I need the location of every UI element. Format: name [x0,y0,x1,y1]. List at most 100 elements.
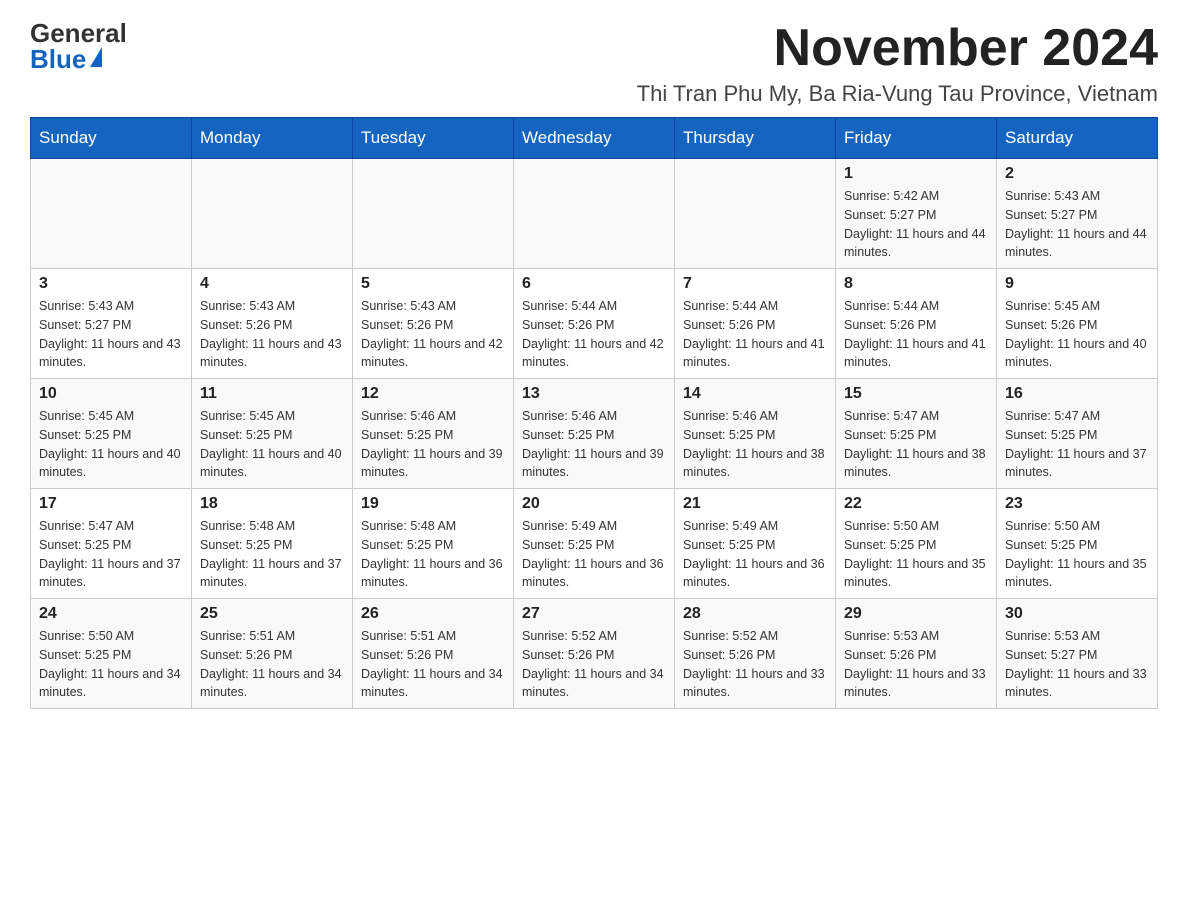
day-info: Sunrise: 5:44 AMSunset: 5:26 PMDaylight:… [683,297,827,372]
day-info: Sunrise: 5:43 AMSunset: 5:27 PMDaylight:… [1005,187,1149,262]
day-number: 9 [1005,275,1149,293]
calendar-cell [514,159,675,269]
calendar-cell: 15Sunrise: 5:47 AMSunset: 5:25 PMDayligh… [836,379,997,489]
day-info: Sunrise: 5:49 AMSunset: 5:25 PMDaylight:… [683,517,827,592]
calendar-week-row: 3Sunrise: 5:43 AMSunset: 5:27 PMDaylight… [31,269,1158,379]
month-title: November 2024 [637,20,1158,77]
day-number: 20 [522,495,666,513]
calendar-cell: 16Sunrise: 5:47 AMSunset: 5:25 PMDayligh… [997,379,1158,489]
day-number: 27 [522,605,666,623]
day-info: Sunrise: 5:52 AMSunset: 5:26 PMDaylight:… [522,627,666,702]
day-number: 5 [361,275,505,293]
header-thursday: Thursday [675,118,836,159]
day-info: Sunrise: 5:44 AMSunset: 5:26 PMDaylight:… [522,297,666,372]
calendar-cell: 2 Sunrise: 5:43 AMSunset: 5:27 PMDaylight… [997,159,1158,269]
day-number: 11 [200,385,344,403]
day-number: 23 [1005,495,1149,513]
day-number: 24 [39,605,183,623]
header-tuesday: Tuesday [353,118,514,159]
calendar-cell: 29 Sunrise: 5:53 AMSunset: 5:26 PMDayligh… [836,599,997,709]
calendar-week-row: 17 Sunrise: 5:47 AMSunset: 5:25 PMDayligh… [31,489,1158,599]
calendar-cell: 1 Sunrise: 5:42 AMSunset: 5:27 PMDaylight… [836,159,997,269]
calendar-cell: 17 Sunrise: 5:47 AMSunset: 5:25 PMDayligh… [31,489,192,599]
day-info: Sunrise: 5:44 AMSunset: 5:26 PMDaylight:… [844,297,988,372]
day-number: 21 [683,495,827,513]
day-number: 10 [39,385,183,403]
calendar-cell: 8Sunrise: 5:44 AMSunset: 5:26 PMDaylight… [836,269,997,379]
day-info: Sunrise: 5:50 AMSunset: 5:25 PMDaylight:… [844,517,988,592]
day-info: Sunrise: 5:46 AMSunset: 5:25 PMDaylight:… [522,407,666,482]
day-info: Sunrise: 5:46 AMSunset: 5:25 PMDaylight:… [683,407,827,482]
day-info: Sunrise: 5:45 AMSunset: 5:25 PMDaylight:… [200,407,344,482]
day-info: Sunrise: 5:43 AMSunset: 5:26 PMDaylight:… [361,297,505,372]
day-info: Sunrise: 5:42 AMSunset: 5:27 PMDaylight:… [844,187,988,262]
day-number: 4 [200,275,344,293]
calendar-cell: 22 Sunrise: 5:50 AMSunset: 5:25 PMDayligh… [836,489,997,599]
calendar-cell: 7 Sunrise: 5:44 AMSunset: 5:26 PMDaylight… [675,269,836,379]
day-number: 1 [844,165,988,183]
header-friday: Friday [836,118,997,159]
calendar-cell: 3Sunrise: 5:43 AMSunset: 5:27 PMDaylight… [31,269,192,379]
day-info: Sunrise: 5:50 AMSunset: 5:25 PMDaylight:… [1005,517,1149,592]
calendar-cell [675,159,836,269]
calendar-cell: 18Sunrise: 5:48 AMSunset: 5:25 PMDayligh… [192,489,353,599]
day-number: 18 [200,495,344,513]
calendar-cell: 11 Sunrise: 5:45 AMSunset: 5:25 PMDayligh… [192,379,353,489]
day-info: Sunrise: 5:52 AMSunset: 5:26 PMDaylight:… [683,627,827,702]
calendar-week-row: 10 Sunrise: 5:45 AMSunset: 5:25 PMDayligh… [31,379,1158,489]
day-number: 16 [1005,385,1149,403]
calendar-cell: 20Sunrise: 5:49 AMSunset: 5:25 PMDayligh… [514,489,675,599]
day-number: 19 [361,495,505,513]
day-number: 28 [683,605,827,623]
location-title: Thi Tran Phu My, Ba Ria-Vung Tau Provinc… [637,81,1158,107]
day-number: 15 [844,385,988,403]
day-number: 6 [522,275,666,293]
calendar-week-row: 1 Sunrise: 5:42 AMSunset: 5:27 PMDaylight… [31,159,1158,269]
calendar-cell: 14 Sunrise: 5:46 AMSunset: 5:25 PMDayligh… [675,379,836,489]
calendar-week-row: 24 Sunrise: 5:50 AMSunset: 5:25 PMDayligh… [31,599,1158,709]
header-sunday: Sunday [31,118,192,159]
calendar-cell: 5 Sunrise: 5:43 AMSunset: 5:26 PMDaylight… [353,269,514,379]
day-info: Sunrise: 5:51 AMSunset: 5:26 PMDaylight:… [361,627,505,702]
day-info: Sunrise: 5:53 AMSunset: 5:26 PMDaylight:… [844,627,988,702]
day-number: 17 [39,495,183,513]
header-saturday: Saturday [997,118,1158,159]
calendar-cell: 24 Sunrise: 5:50 AMSunset: 5:25 PMDayligh… [31,599,192,709]
calendar-cell: 26Sunrise: 5:51 AMSunset: 5:26 PMDayligh… [353,599,514,709]
day-number: 22 [844,495,988,513]
day-number: 7 [683,275,827,293]
calendar-table: SundayMondayTuesdayWednesdayThursdayFrid… [30,117,1158,709]
day-info: Sunrise: 5:43 AMSunset: 5:26 PMDaylight:… [200,297,344,372]
day-number: 12 [361,385,505,403]
calendar-cell: 6 Sunrise: 5:44 AMSunset: 5:26 PMDaylight… [514,269,675,379]
day-info: Sunrise: 5:53 AMSunset: 5:27 PMDaylight:… [1005,627,1149,702]
day-info: Sunrise: 5:51 AMSunset: 5:26 PMDaylight:… [200,627,344,702]
calendar-cell: 10 Sunrise: 5:45 AMSunset: 5:25 PMDayligh… [31,379,192,489]
calendar-cell: 4 Sunrise: 5:43 AMSunset: 5:26 PMDaylight… [192,269,353,379]
day-number: 25 [200,605,344,623]
calendar-cell: 13Sunrise: 5:46 AMSunset: 5:25 PMDayligh… [514,379,675,489]
page-header: General Blue November 2024 Thi Tran Phu … [30,20,1158,107]
day-info: Sunrise: 5:45 AMSunset: 5:26 PMDaylight:… [1005,297,1149,372]
day-info: Sunrise: 5:48 AMSunset: 5:25 PMDaylight:… [361,517,505,592]
calendar-cell: 12Sunrise: 5:46 AMSunset: 5:25 PMDayligh… [353,379,514,489]
day-number: 14 [683,385,827,403]
logo-triangle-icon [90,47,102,67]
header-monday: Monday [192,118,353,159]
logo-blue-text: Blue [30,46,102,72]
calendar-cell: 30 Sunrise: 5:53 AMSunset: 5:27 PMDayligh… [997,599,1158,709]
calendar-cell: 27 Sunrise: 5:52 AMSunset: 5:26 PMDayligh… [514,599,675,709]
calendar-cell [192,159,353,269]
day-number: 30 [1005,605,1149,623]
day-info: Sunrise: 5:43 AMSunset: 5:27 PMDaylight:… [39,297,183,372]
calendar-cell: 23 Sunrise: 5:50 AMSunset: 5:25 PMDayligh… [997,489,1158,599]
day-info: Sunrise: 5:45 AMSunset: 5:25 PMDaylight:… [39,407,183,482]
day-info: Sunrise: 5:50 AMSunset: 5:25 PMDaylight:… [39,627,183,702]
calendar-cell [31,159,192,269]
calendar-cell [353,159,514,269]
title-area: November 2024 Thi Tran Phu My, Ba Ria-Vu… [637,20,1158,107]
day-number: 2 [1005,165,1149,183]
day-number: 29 [844,605,988,623]
day-info: Sunrise: 5:47 AMSunset: 5:25 PMDaylight:… [39,517,183,592]
calendar-cell: 28 Sunrise: 5:52 AMSunset: 5:26 PMDayligh… [675,599,836,709]
